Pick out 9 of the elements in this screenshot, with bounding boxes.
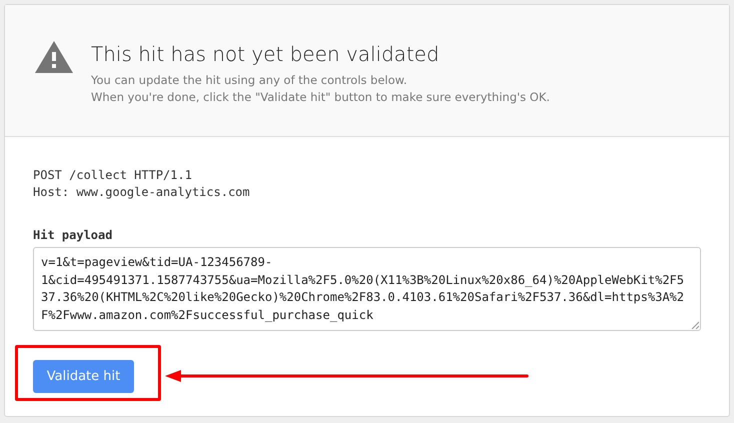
help-text: You can update the hit using any of the controls below. [91, 72, 408, 89]
help-text: When you're done, click the "Validate hit" button to make sure everything's OK. [91, 89, 550, 106]
request-line: POST /collect HTTP/1.1 [33, 167, 193, 184]
payload-textarea[interactable]: v=1&t=pageview&tid=UA-123456789-1&cid=495491371.1587743755&ua=Mozilla%2F5.0%20(X11%3B%20Linux%20x86_64)%20AppleWebKit%2F537.36%20(KHTML%2C%20like%20Gecko)%20Chrome%2F83.0.4103.61%20Safari%2F537.36&dl=https%3A%2F%2Fwww.amazon.com%2Fsuccessful_purchase_quick [33, 247, 701, 331]
alert-title: This hit has not yet been validated [91, 42, 440, 66]
warning-icon [35, 41, 73, 73]
field-label: Hit payload [33, 228, 114, 242]
resize-grip-icon[interactable] [691, 321, 699, 329]
request-line: Host: www.google-analytics.com [33, 184, 251, 201]
